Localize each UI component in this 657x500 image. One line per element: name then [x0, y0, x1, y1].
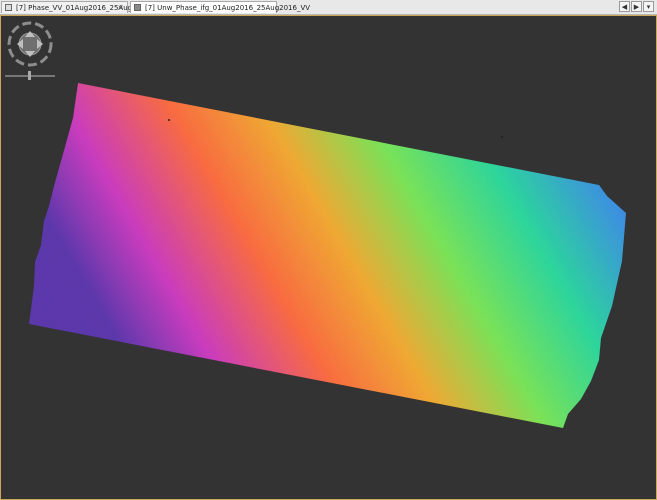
tab-prev-button[interactable]: ◀ — [619, 1, 630, 12]
image-view-icon — [134, 4, 141, 11]
tab-list-button[interactable]: ▾ — [643, 1, 654, 12]
tab-unw-phase[interactable]: [7] Unw_Phase_ifg_01Aug2016_25Aug2016_VV — [130, 1, 310, 13]
raster-footprint — [29, 83, 626, 428]
tab-next-button[interactable]: ▶ — [631, 1, 642, 12]
navigation-control[interactable] — [3, 18, 63, 82]
tab-label: [7] Unw_Phase_ifg_01Aug2016_25Aug2016_VV — [145, 4, 311, 12]
tab-bar: [7] Phase_VV_01Aug2016_25Aug2016 × [7] U… — [0, 0, 657, 15]
phase-raster-image — [29, 83, 626, 428]
image-viewport[interactable] — [0, 15, 657, 500]
rotation-slider-handle[interactable] — [28, 71, 31, 80]
image-view-icon — [5, 4, 12, 11]
app-window: [7] Phase_VV_01Aug2016_25Aug2016 × [7] U… — [0, 0, 657, 500]
close-icon[interactable]: × — [117, 2, 124, 14]
tab-phase-vv[interactable]: [7] Phase_VV_01Aug2016_25Aug2016 × — [1, 1, 150, 14]
pixel-dot — [168, 119, 170, 121]
pixel-dot — [501, 136, 503, 138]
